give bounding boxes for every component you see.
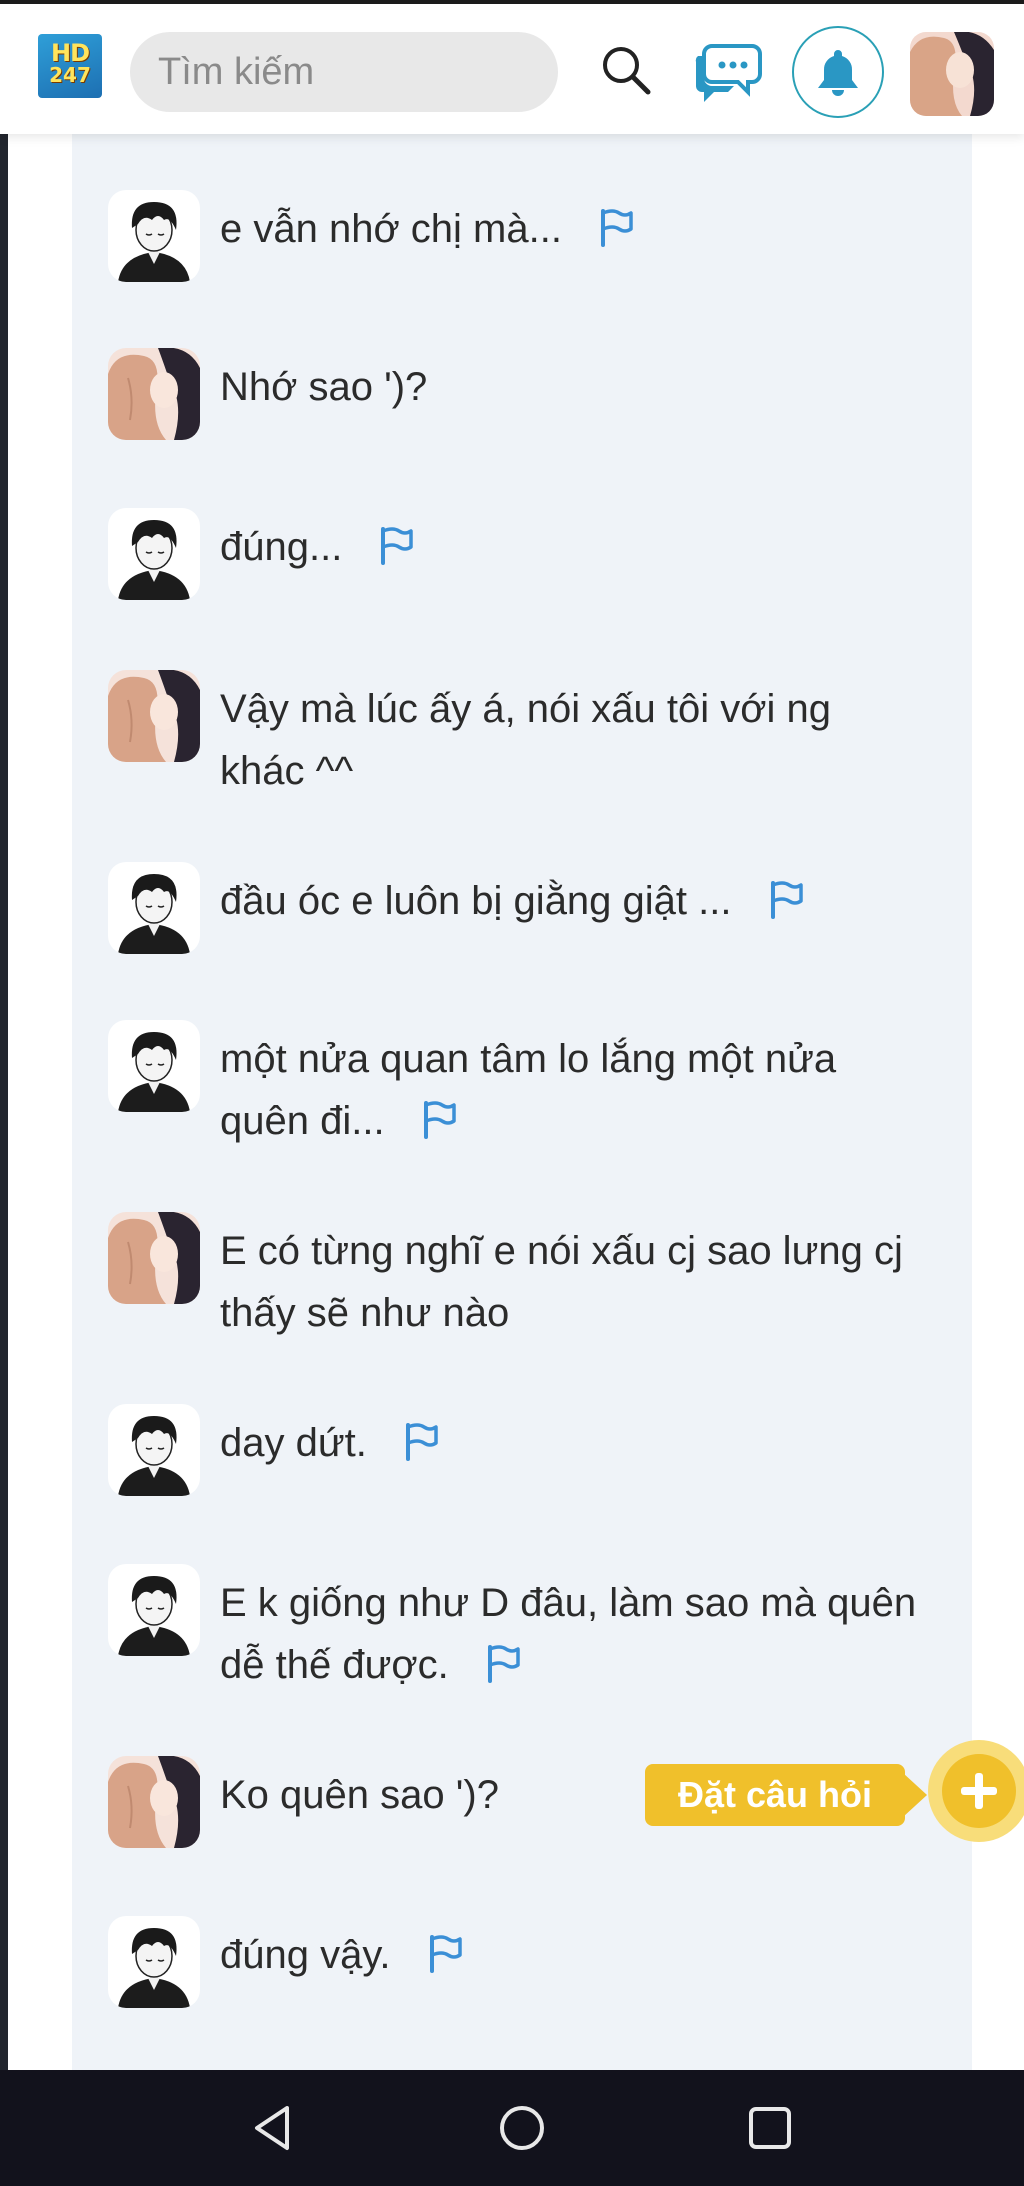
message-text: e vẫn nhớ chị mà...	[220, 198, 920, 260]
avatar-boy[interactable]	[108, 190, 200, 282]
message-text-content: đúng vậy.	[220, 1933, 391, 1977]
message-text: một nửa quan tâm lo lắng một nửa quên đi…	[220, 1028, 920, 1152]
avatar-girl[interactable]	[108, 670, 200, 762]
report-flag-icon[interactable]	[402, 1421, 440, 1462]
message-text-content: một nửa quan tâm lo lắng một nửa quên đi…	[220, 1037, 837, 1143]
message-text: Nhớ sao ')?	[220, 356, 920, 418]
message-text-content: Ko quên sao ')?	[220, 1773, 499, 1817]
report-flag-icon[interactable]	[484, 1643, 522, 1684]
recents-icon[interactable]	[740, 2098, 800, 2158]
ask-question-button[interactable]	[928, 1740, 1024, 1842]
message-text-content: Vậy mà lúc ấy á, nói xấu tôi với ng khác…	[220, 687, 831, 793]
left-gutter	[0, 0, 8, 2070]
avatar-boy[interactable]	[108, 508, 200, 600]
report-flag-icon[interactable]	[597, 207, 635, 248]
avatar-girl[interactable]	[108, 1212, 200, 1304]
message-text: E k giống như D đâu, làm sao mà quên dễ …	[220, 1572, 920, 1696]
logo-line-2: 247	[49, 63, 91, 87]
search-placeholder: Tìm kiếm	[158, 51, 315, 93]
report-flag-icon[interactable]	[377, 525, 415, 566]
message-text-content: E có từng nghĩ e nói xấu cj sao lưng cj …	[220, 1229, 903, 1335]
chat-icon[interactable]	[690, 34, 766, 106]
user-avatar[interactable]	[910, 32, 994, 116]
message-text: đúng vậy.	[220, 1924, 920, 1986]
message-text: Vậy mà lúc ấy á, nói xấu tôi với ng khác…	[220, 678, 920, 802]
avatar-boy[interactable]	[108, 862, 200, 954]
message-text: E có từng nghĩ e nói xấu cj sao lưng cj …	[220, 1220, 920, 1344]
report-flag-icon[interactable]	[420, 1099, 458, 1140]
message-text-content: Nhớ sao ')?	[220, 365, 428, 409]
message-text: đầu óc e luôn bị giằng giật ...	[220, 870, 920, 932]
site-logo[interactable]: HD 247	[38, 34, 102, 98]
system-navigation-bar	[0, 2070, 1024, 2186]
avatar-boy[interactable]	[108, 1404, 200, 1496]
avatar-boy[interactable]	[108, 1564, 200, 1656]
avatar-boy[interactable]	[108, 1020, 200, 1112]
message-text-content: day dứt.	[220, 1421, 367, 1465]
report-flag-icon[interactable]	[426, 1933, 464, 1974]
plus-icon	[942, 1754, 1016, 1828]
search-icon[interactable]	[592, 36, 660, 104]
avatar-girl[interactable]	[108, 348, 200, 440]
message-text-content: e vẫn nhớ chị mà...	[220, 207, 562, 251]
search-input[interactable]: Tìm kiếm	[130, 32, 558, 112]
ask-question-tag[interactable]: Đặt câu hỏi	[645, 1764, 927, 1826]
message-text-content: E k giống như D đâu, làm sao mà quên dễ …	[220, 1581, 917, 1687]
bell-icon	[818, 50, 858, 96]
back-icon[interactable]	[242, 2098, 302, 2158]
message-text: day dứt.	[220, 1412, 920, 1474]
avatar-girl[interactable]	[108, 1756, 200, 1848]
report-flag-icon[interactable]	[767, 879, 805, 920]
message-text-content: đầu óc e luôn bị giằng giật ...	[220, 879, 732, 923]
screen: HD 247 Tìm kiếm e vẫn nhớ chị mà... Nhớ …	[0, 0, 1024, 2186]
logo-line-1: HD	[50, 39, 90, 67]
notification-bell-button[interactable]	[792, 26, 884, 118]
top-header: HD 247 Tìm kiếm	[0, 0, 1024, 134]
avatar-boy[interactable]	[108, 1916, 200, 2008]
home-icon[interactable]	[492, 2098, 552, 2158]
message-text: đúng...	[220, 516, 920, 578]
message-text-content: đúng...	[220, 525, 343, 569]
ask-question-label: Đặt câu hỏi	[677, 1774, 873, 1815]
